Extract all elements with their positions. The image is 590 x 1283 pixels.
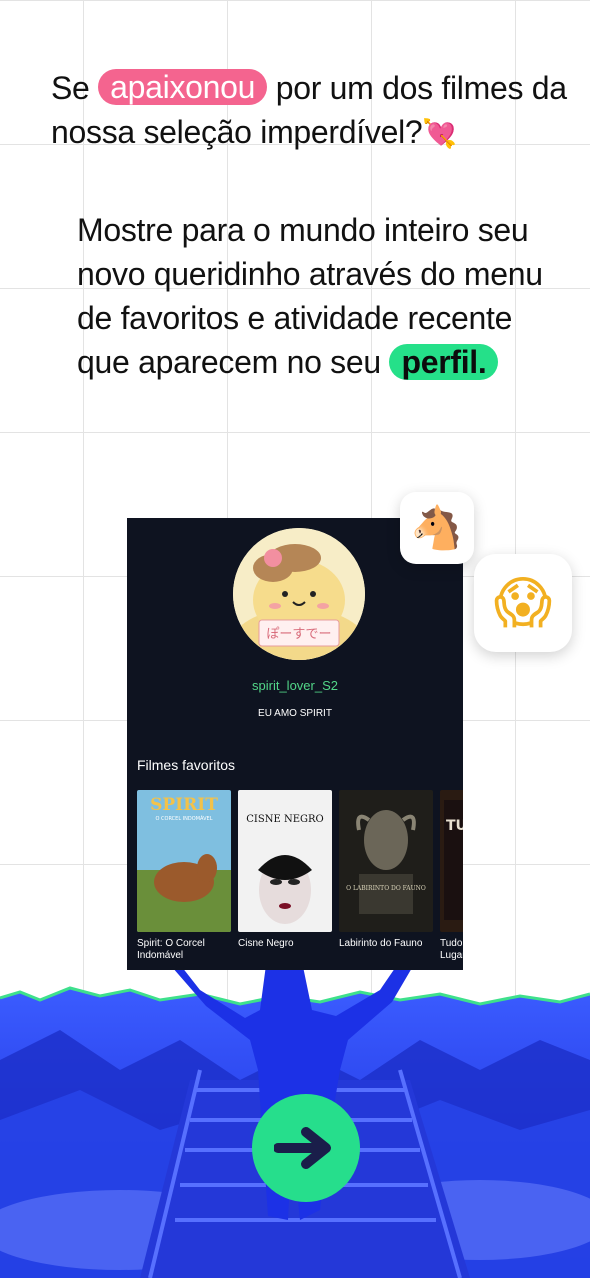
poster-spirit: SPIRIT O CORCEL INDOMÁVEL	[137, 790, 231, 932]
headline-highlight: apaixonou	[98, 69, 268, 105]
favorite-movie-tudo[interactable]: TUDO EM TODO Tudo em Todo o Lugar	[440, 790, 463, 962]
movie-label: Cisne Negro	[238, 938, 294, 949]
poster-tudo-title: TUDO EM TODO	[446, 818, 463, 834]
scream-face-icon: 😱	[493, 570, 553, 636]
headline-before: Se	[51, 70, 90, 106]
poster-labirinto-title: O LABIRINTO DO FAUNO	[346, 885, 426, 892]
body-highlight: perfil.	[389, 344, 499, 380]
poster-spirit-title: SPIRIT	[150, 795, 218, 815]
favorite-movie-cisne[interactable]: CISNE NEGRO Cisne Negro	[238, 790, 332, 950]
poster-tudo: TUDO EM TODO	[440, 790, 463, 932]
next-arrow-button[interactable]	[252, 1094, 360, 1202]
movie-label: Tudo em Todo o Lugar	[440, 938, 463, 961]
poster-cisne: CISNE NEGRO	[238, 790, 332, 932]
profile-bio: EU AMO SPIRIT	[258, 708, 332, 719]
horse-icon: 🐴	[410, 503, 464, 552]
avatar[interactable]: ぽーすでー	[233, 528, 365, 660]
favorite-movie-spirit[interactable]: SPIRIT O CORCEL INDOMÁVEL Spirit: O Corc…	[137, 790, 231, 962]
heart-arrow-icon: 💘	[422, 117, 457, 150]
pompompurin-avatar-icon: ぽーすでー	[233, 528, 365, 660]
poster-labirinto: O LABIRINTO DO FAUNO	[339, 790, 433, 932]
favorite-movie-labirinto[interactable]: O LABIRINTO DO FAUNO Labirinto do Fauno	[339, 790, 433, 950]
headline: Se apaixonou por um dos filmes da nossa …	[51, 66, 581, 156]
profile-card: ぽーすでー spirit_lover_S2 EU AMO SPIRIT Film…	[127, 518, 463, 970]
avatar-sign-text: ぽーすでー	[266, 627, 331, 642]
profile-username[interactable]: spirit_lover_S2	[127, 678, 463, 693]
poster-cisne-title: CISNE NEGRO	[246, 814, 323, 825]
movie-label: Labirinto do Fauno	[339, 938, 423, 949]
scream-emoji-badge: 😱	[474, 554, 572, 652]
movie-label: Spirit: O Corcel Indomável	[137, 938, 205, 961]
body-text: Mostre para o mundo inteiro seu novo que…	[77, 208, 547, 384]
favorites-list: SPIRIT O CORCEL INDOMÁVEL Spirit: O Corc…	[137, 790, 463, 970]
arrow-right-icon	[274, 1127, 331, 1169]
horse-emoji-badge: 🐴	[400, 492, 474, 564]
poster-spirit-sub: O CORCEL INDOMÁVEL	[156, 815, 213, 822]
favorites-title: Filmes favoritos	[137, 757, 236, 773]
